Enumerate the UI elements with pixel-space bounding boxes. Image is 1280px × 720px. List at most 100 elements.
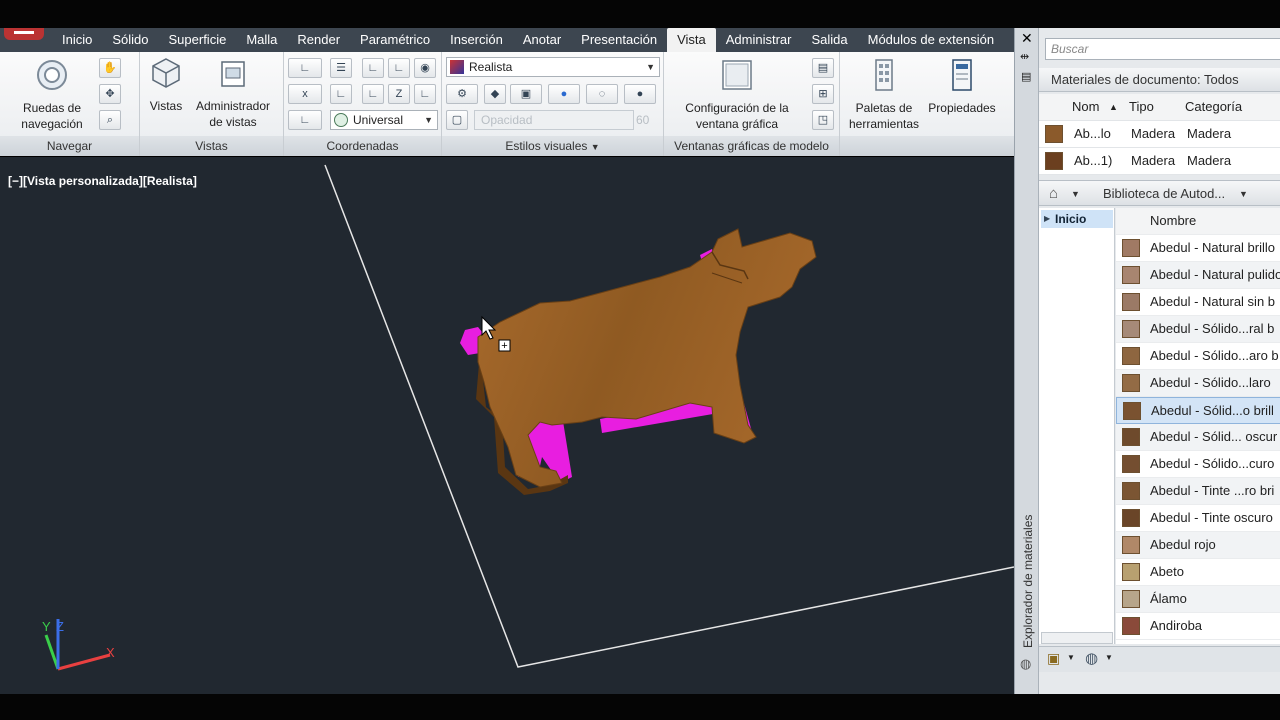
library-material-row[interactable]: Abedul rojo xyxy=(1116,532,1280,559)
face-style-button[interactable]: ◆ xyxy=(484,84,506,104)
ucs-z-button[interactable]: Z xyxy=(388,84,410,104)
edge-effects-button[interactable]: ⚙ xyxy=(446,84,478,104)
doc-material-row[interactable]: Ab...lo Madera Madera xyxy=(1039,121,1280,148)
doc-material-category: Madera xyxy=(1187,126,1232,141)
doc-col-name[interactable]: Nom xyxy=(1072,94,1099,120)
lighting-icon: ◌ xyxy=(598,88,606,100)
material-editor-icon[interactable]: ◍ xyxy=(1020,656,1031,672)
chevron-down-icon[interactable]: ▼ xyxy=(1239,181,1248,207)
library-material-name: Abedul - Sólido...aro b xyxy=(1150,348,1279,363)
library-material-row[interactable]: Abedul - Sólid...o brill xyxy=(1116,397,1280,424)
xray-button[interactable]: ▢ xyxy=(446,110,468,130)
library-material-row[interactable]: Abedul - Natural pulido xyxy=(1116,262,1280,289)
chevron-down-icon[interactable]: ▼ xyxy=(1071,181,1080,207)
model-viewport[interactable]: [−][Vista personalizada][Realista] + X Y… xyxy=(0,157,1014,694)
viewport-configuration-button[interactable]: Configuración de la ventana gráfica xyxy=(672,58,802,132)
library-material-row[interactable]: Abedul - Sólido...laro xyxy=(1116,370,1280,397)
new-material-icon[interactable]: ◍ xyxy=(1085,649,1098,667)
library-material-row[interactable]: Abedul - Tinte ...ro bri xyxy=(1116,478,1280,505)
properties-menu-icon[interactable]: ▤ xyxy=(1021,70,1031,83)
doc-col-category[interactable]: Categoría xyxy=(1185,94,1242,120)
ucs-combo[interactable]: Universal ▼ xyxy=(330,110,438,130)
panel-title-estilos[interactable]: Estilos visuales ▼ xyxy=(442,136,663,156)
ucs-face-button[interactable]: ∟ xyxy=(288,110,322,130)
search-input[interactable]: Buscar xyxy=(1045,38,1280,60)
library-material-row[interactable]: Álamo xyxy=(1116,586,1280,613)
environment-button[interactable]: ● xyxy=(624,84,656,104)
tab-salida[interactable]: Salida xyxy=(801,28,857,52)
tab-sólido[interactable]: Sólido xyxy=(102,28,158,52)
horizontal-scrollbar[interactable] xyxy=(1041,632,1113,644)
panel-title-vistas: Vistas xyxy=(140,136,283,156)
tool-palettes-button[interactable]: Paletas de herramientas xyxy=(844,58,924,132)
ucs-3point-button[interactable]: ∟ xyxy=(414,84,436,104)
tab-superficie[interactable]: Superficie xyxy=(159,28,237,52)
tab-vista[interactable]: Vista xyxy=(667,28,716,52)
tab-módulos-de-extensión[interactable]: Módulos de extensión xyxy=(858,28,1004,52)
ribbon-tab-strip: Inicio Sólido Superficie Malla Render Paramét… xyxy=(0,28,1016,52)
library-material-row[interactable]: Abedul - Sólid... oscur xyxy=(1116,424,1280,451)
folder-icon[interactable]: ▣ xyxy=(1047,650,1060,667)
tab-malla[interactable]: Malla xyxy=(236,28,287,52)
tab-paramétrico[interactable]: Paramétrico xyxy=(350,28,440,52)
navigation-wheels-button[interactable]: Ruedas de navegación xyxy=(10,58,94,132)
zoom-button[interactable]: ⌕ xyxy=(99,110,121,130)
doc-material-row[interactable]: Ab...1) Madera Madera xyxy=(1039,148,1280,175)
opacity-slider[interactable]: Opacidad xyxy=(474,110,634,130)
ucs-named-button[interactable]: ☰ xyxy=(330,58,352,78)
home-icon[interactable]: ⌂ xyxy=(1049,181,1058,207)
library-material-row[interactable]: Abedul - Natural brillo xyxy=(1116,235,1280,262)
library-material-row[interactable]: Andiroba xyxy=(1116,613,1280,640)
join-viewports-button[interactable]: ⊞ xyxy=(812,84,834,104)
library-breadcrumb[interactable]: Biblioteca de Autod... xyxy=(1103,181,1225,207)
panel-coordenadas: ∟ ☰ ∟ ∟ ◉ x ∟ ∟ Z ∟ ∟ Universal ▼ Coorde… xyxy=(284,52,442,156)
pig-model[interactable] xyxy=(460,228,817,495)
tab-administrar[interactable]: Administrar xyxy=(716,28,802,52)
application-menu-button[interactable] xyxy=(4,28,44,40)
pan-button[interactable]: ✋ xyxy=(99,58,121,78)
chevron-down-icon[interactable]: ▼ xyxy=(1067,653,1075,662)
tab-anotar[interactable]: Anotar xyxy=(513,28,571,52)
ucs-button[interactable]: ∟ xyxy=(288,58,322,78)
ucs-previous-button[interactable]: ∟ xyxy=(388,58,410,78)
properties-icon xyxy=(952,59,972,91)
restore-viewports-button[interactable]: ◳ xyxy=(812,110,834,130)
ucs-origin-button[interactable]: ∟ xyxy=(330,84,352,104)
library-material-row[interactable]: Abeto xyxy=(1116,559,1280,586)
orbit-button[interactable]: ✥ xyxy=(99,84,121,104)
tab-inserción[interactable]: Inserción xyxy=(440,28,513,52)
materials-button[interactable]: ● xyxy=(548,84,580,104)
tree-item-inicio[interactable]: ▶ Inicio xyxy=(1041,210,1113,228)
tab-presentación[interactable]: Presentación xyxy=(571,28,667,52)
ucs-world-button[interactable]: ∟ xyxy=(362,58,384,78)
lighting-button[interactable]: ◌ xyxy=(586,84,618,104)
library-material-row[interactable]: Abedul - Natural sin b xyxy=(1116,289,1280,316)
edge-effects-icon: ⚙ xyxy=(457,88,467,100)
ucs-y-icon: ∟ xyxy=(367,88,379,100)
palette-title-strip[interactable]: ✕ ⇹ ▤ Explorador de materiales ◍ xyxy=(1015,28,1039,694)
properties-button[interactable]: Propiedades xyxy=(924,58,1000,116)
auto-hide-icon[interactable]: ⇹ xyxy=(1020,50,1029,63)
library-material-row[interactable]: Abedul - Sólido...ral b xyxy=(1116,316,1280,343)
library-material-row[interactable]: Abedul - Sólido...aro b xyxy=(1116,343,1280,370)
library-material-row[interactable]: Abedul - Tinte oscuro xyxy=(1116,505,1280,532)
shadows-button[interactable]: ▣ xyxy=(510,84,542,104)
bottom-black-bar xyxy=(0,694,1280,720)
view-manager-button[interactable]: Administrador de vistas xyxy=(190,56,276,130)
document-materials-header[interactable]: Materiales de documento: Todos xyxy=(1039,68,1280,92)
library-material-row[interactable]: Abedul - Sólido...curo xyxy=(1116,451,1280,478)
close-icon[interactable]: ✕ xyxy=(1021,30,1033,47)
tool-palettes-label: Paletas de xyxy=(855,101,913,115)
visual-style-combo[interactable]: Realista ▼ xyxy=(446,57,660,77)
material-swatch xyxy=(1123,402,1141,420)
ucs-view-button[interactable]: ◉ xyxy=(414,58,436,78)
ucs-x-button[interactable]: x xyxy=(288,84,322,104)
tab-inicio[interactable]: Inicio xyxy=(52,28,102,52)
views-button[interactable]: Vistas xyxy=(144,56,188,114)
ucs-y-button[interactable]: ∟ xyxy=(362,84,384,104)
tab-render[interactable]: Render xyxy=(287,28,350,52)
chevron-down-icon[interactable]: ▼ xyxy=(1105,653,1113,662)
list-col-name[interactable]: Nombre xyxy=(1150,208,1196,234)
named-viewports-button[interactable]: ▤ xyxy=(812,58,834,78)
doc-col-type[interactable]: Tipo xyxy=(1129,94,1154,120)
